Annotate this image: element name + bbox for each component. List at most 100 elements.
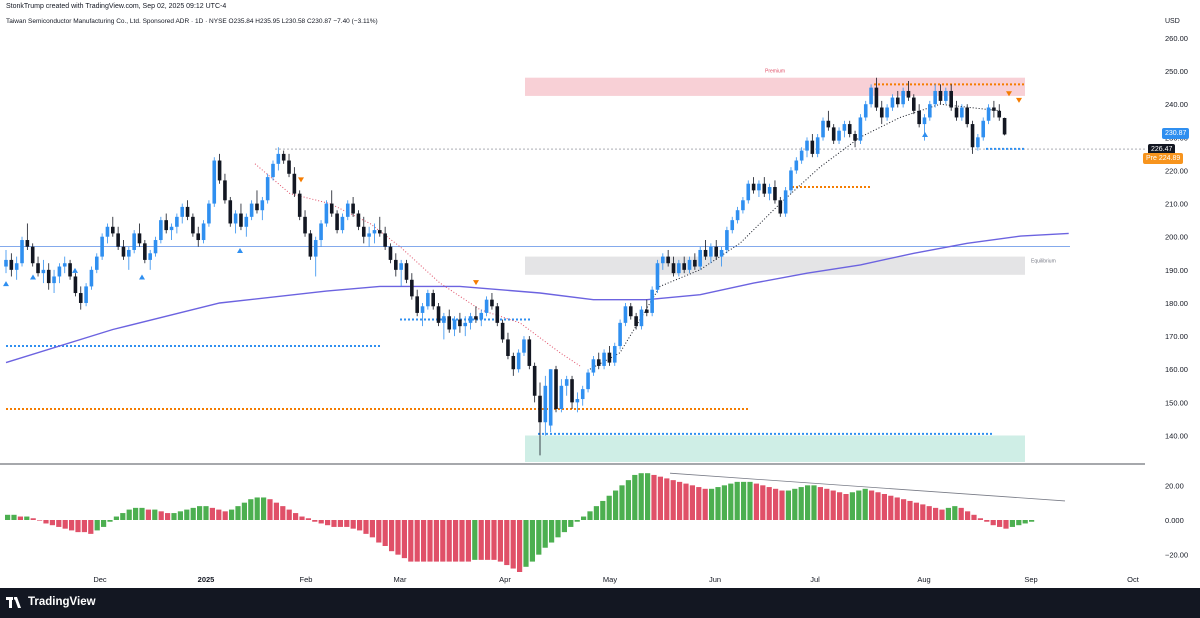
buy-signal-marker: [72, 267, 78, 273]
candle-body: [431, 293, 435, 307]
y-tick-label: 250.00: [1165, 67, 1188, 76]
histogram-bar: [689, 485, 695, 520]
histogram-bar: [248, 499, 254, 520]
candle-body: [100, 236, 104, 257]
candle-body: [596, 359, 601, 366]
candle-body: [78, 293, 83, 303]
histogram-bar: [459, 520, 465, 562]
premarket-value: 224.89: [1158, 155, 1181, 162]
candle-body: [255, 203, 259, 211]
histogram-bar: [158, 511, 164, 520]
histogram-bar: [779, 490, 785, 520]
candle-body: [559, 385, 564, 409]
candle-body: [751, 183, 756, 191]
hist-tick-label: −20.00: [1165, 551, 1188, 560]
histogram-bar: [357, 520, 363, 531]
histogram-bar: [165, 513, 171, 520]
candle-body: [324, 203, 329, 224]
buy-signal-marker: [922, 132, 928, 138]
candle-body: [25, 240, 30, 247]
candle-body: [164, 220, 168, 231]
histogram-bar: [1016, 520, 1022, 526]
histogram-bar: [536, 520, 542, 555]
candle-body: [992, 107, 996, 111]
candle-body: [415, 296, 419, 313]
histogram-bar: [395, 520, 401, 555]
candle-body: [94, 256, 99, 270]
y-tick-label: 260.00: [1165, 34, 1188, 43]
histogram-bar: [542, 520, 548, 548]
buy-signal-marker: [3, 281, 9, 287]
x-tick-label: 2025: [198, 575, 215, 584]
histogram-bar: [171, 513, 177, 520]
candle-body: [399, 263, 403, 270]
histogram-bar: [997, 520, 1003, 527]
histogram-bar: [728, 483, 734, 520]
histogram-bar: [625, 480, 631, 520]
histogram-bar: [683, 483, 689, 520]
candle-body: [863, 104, 868, 118]
candle-body: [458, 319, 462, 327]
candle-body: [143, 243, 147, 260]
histogram-bar: [17, 516, 23, 520]
candle-body: [148, 253, 152, 260]
histogram-bar: [30, 518, 36, 520]
histogram-bar: [702, 488, 708, 520]
candle-body: [490, 299, 494, 307]
candle-body: [842, 124, 847, 131]
histogram-bar: [734, 481, 740, 520]
tradingview-logo[interactable]: TradingView: [6, 596, 96, 608]
histogram-bar: [120, 513, 126, 520]
histogram-bar: [657, 476, 663, 520]
histogram-bar: [869, 490, 875, 520]
x-tick-label: May: [603, 575, 617, 584]
histogram-bar: [75, 520, 81, 533]
histogram-bar: [427, 520, 433, 562]
histogram-bar: [811, 485, 817, 520]
histogram-bar: [88, 520, 94, 534]
histogram-bar: [670, 480, 676, 520]
histogram-bar: [523, 520, 529, 567]
histogram-bar: [862, 488, 868, 520]
histogram-bar: [229, 509, 235, 520]
histogram-bar: [190, 507, 196, 520]
candle-body: [543, 385, 548, 423]
candle-body: [847, 124, 852, 135]
histogram-bar: [350, 520, 356, 529]
x-tick-label: Aug: [917, 575, 930, 584]
histogram-bar: [619, 485, 625, 520]
candle-body: [671, 263, 676, 274]
histogram-bar: [139, 507, 145, 520]
candle-body: [68, 263, 72, 277]
candle-body: [479, 312, 484, 320]
candle-body: [570, 379, 574, 403]
candle-body: [554, 369, 558, 409]
candle-body: [244, 216, 249, 227]
candle-body: [853, 134, 857, 141]
histogram-bar: [721, 485, 727, 520]
histogram-bar: [747, 481, 753, 520]
candle-body: [901, 90, 905, 105]
candle-body: [212, 160, 217, 204]
candle-body: [965, 107, 969, 125]
candle-body: [378, 230, 382, 234]
histogram-bar: [600, 500, 606, 520]
candle-body: [4, 259, 8, 267]
histogram-bar: [760, 485, 766, 520]
histogram-bar: [101, 520, 107, 527]
histogram-bar: [37, 520, 43, 521]
candle-body: [249, 203, 254, 217]
histogram-bar: [613, 490, 619, 520]
candle-body: [265, 177, 270, 201]
premium-zone-label: Premium: [765, 69, 785, 75]
histogram-bar: [5, 514, 11, 520]
histogram-bar: [677, 481, 683, 520]
histogram-bar: [824, 488, 830, 520]
moving-average-line: [5, 232, 1069, 364]
hist-tick-label: 0.000: [1165, 516, 1184, 525]
histogram-bar: [69, 520, 75, 531]
histogram-bar: [145, 509, 151, 520]
histogram-bar: [817, 487, 823, 520]
price-chart[interactable]: Premium Equilibrium 260.00 250.00 240.00 230.…: [0, 0, 1200, 588]
candle-body: [944, 90, 948, 101]
